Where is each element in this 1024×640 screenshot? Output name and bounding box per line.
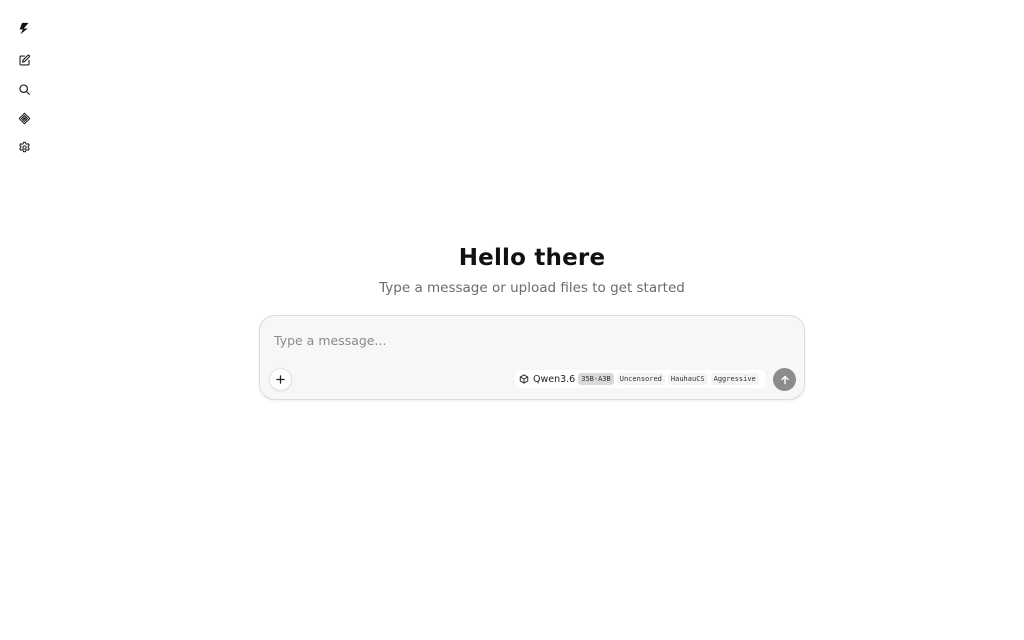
plus-icon — [276, 375, 285, 384]
send-button[interactable] — [773, 368, 796, 391]
welcome-title: Hello there — [458, 245, 606, 271]
message-input[interactable] — [274, 324, 774, 356]
arrow-up-icon — [780, 375, 789, 384]
model-name: Qwen3.6 — [533, 373, 576, 385]
cube-icon — [519, 374, 529, 384]
message-composer: Qwen3.6 35B-A3B Uncensored HauhauCS Aggr… — [259, 315, 805, 400]
model-tag-author: HauhauCS — [667, 373, 708, 385]
model-selector[interactable]: Qwen3.6 35B-A3B Uncensored HauhauCS Aggr… — [515, 370, 766, 388]
model-tag-uncensored: Uncensored — [616, 373, 665, 385]
model-tag-size: 35B-A3B — [578, 373, 614, 385]
welcome-subtitle: Type a message or upload files to get st… — [379, 280, 685, 296]
attach-button[interactable] — [269, 368, 292, 391]
model-tag-aggressive: Aggressive — [710, 373, 759, 385]
main-area: Hello there Type a message or upload fil… — [0, 0, 1024, 640]
welcome-hero: Hello there Type a message or upload fil… — [259, 244, 805, 297]
